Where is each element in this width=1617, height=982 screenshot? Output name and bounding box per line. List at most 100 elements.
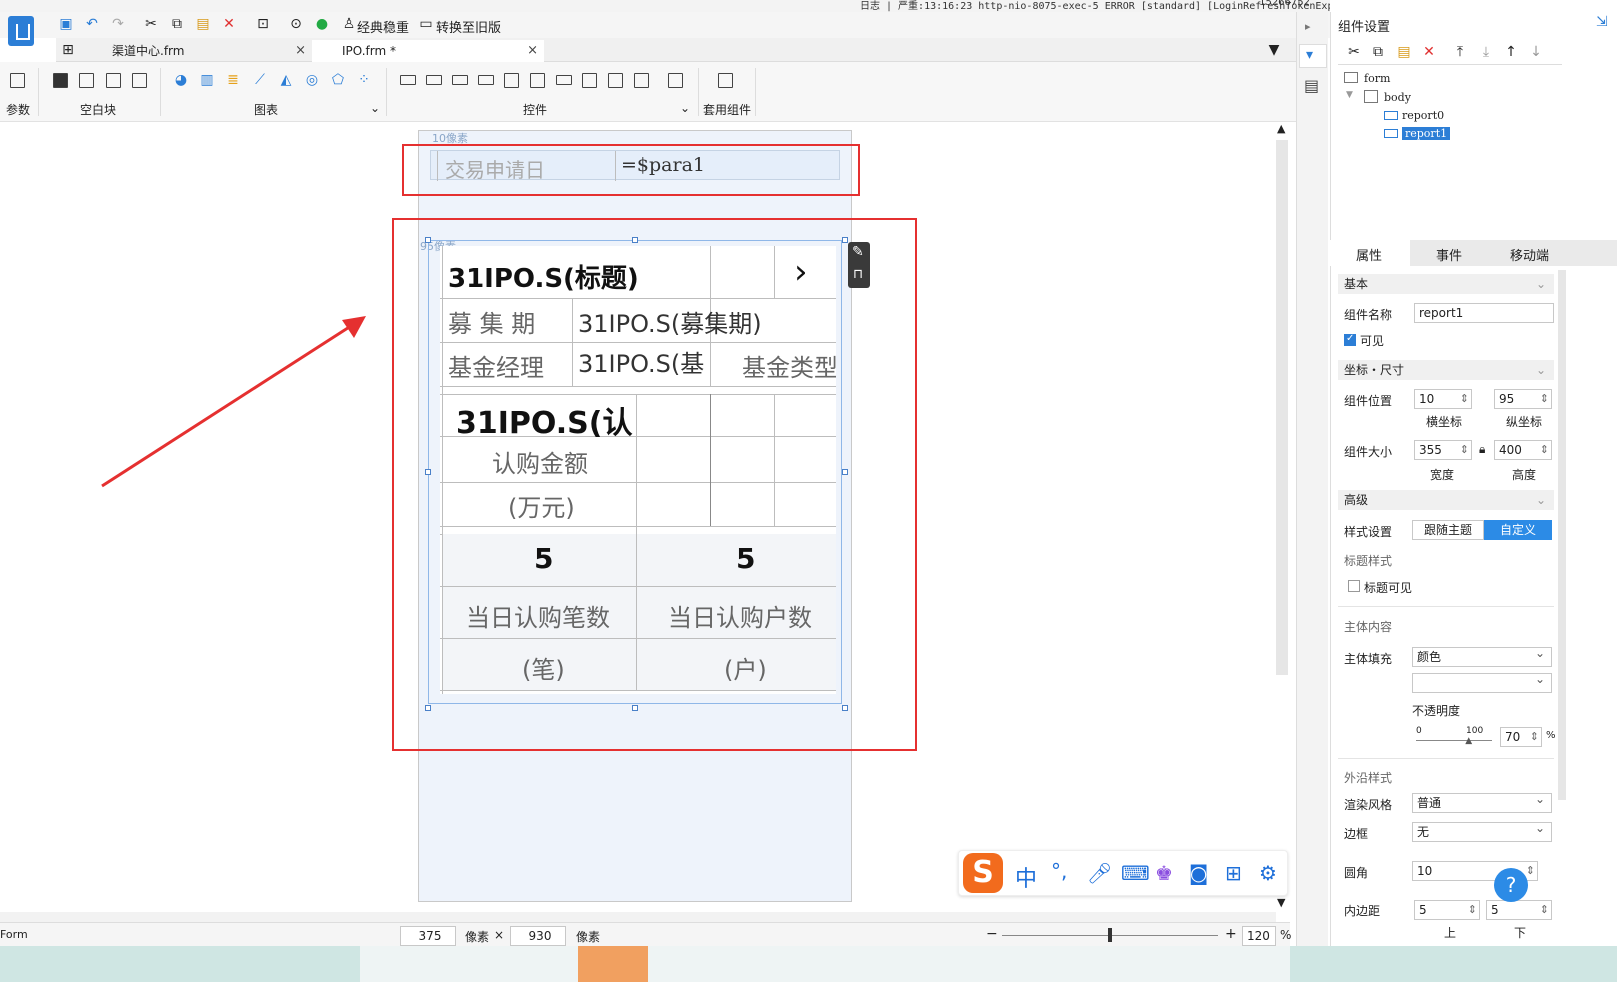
x-input[interactable]: 10	[1414, 389, 1472, 409]
pin-icon[interactable]: ⇲	[1596, 14, 1608, 30]
help-button[interactable]: ?	[1494, 868, 1528, 902]
cut-icon[interactable]: ✂	[1346, 44, 1362, 60]
close-icon[interactable]: ×	[527, 40, 538, 62]
move-up-icon[interactable]: ↑	[1503, 44, 1519, 60]
chevron-down-icon[interactable]: ⌄	[370, 101, 380, 115]
zoom-out-icon[interactable]: −	[986, 926, 998, 942]
checkbox-control-icon[interactable]	[634, 73, 649, 88]
opacity-thumb[interactable]: ▲	[1465, 736, 1472, 746]
style-custom-button[interactable]: 自定义	[1484, 520, 1552, 540]
classic-theme-button[interactable]: 经典稳重	[357, 17, 409, 36]
gauge-chart-icon[interactable]: ◎	[304, 72, 320, 88]
paste-icon[interactable]: ▤	[195, 16, 211, 32]
ime-lang[interactable]: 中	[1015, 861, 1037, 893]
fill-color-picker[interactable]	[1412, 670, 1552, 693]
label-control-icon[interactable]	[426, 75, 442, 85]
copy-icon[interactable]: ⧉	[169, 16, 185, 32]
opacity-input[interactable]: 70	[1500, 727, 1542, 747]
block-split-icon[interactable]	[79, 73, 94, 88]
combo-control-icon[interactable]	[478, 75, 494, 85]
title-visible-checkbox[interactable]	[1348, 580, 1360, 592]
redo-icon[interactable]: ↷	[110, 16, 126, 32]
param-icon[interactable]	[10, 73, 25, 88]
lock-icon[interactable]: 🔒︎	[1479, 442, 1485, 457]
padding-bottom-input[interactable]: 5	[1486, 900, 1552, 920]
section-basic[interactable]: 基本 ⌄	[1338, 274, 1554, 294]
page-width-input[interactable]: 375	[400, 926, 456, 946]
calendar-control-icon[interactable]	[530, 73, 545, 88]
bar-chart-icon[interactable]: ▥	[199, 72, 215, 88]
grid-icon[interactable]: ⊞	[60, 42, 76, 58]
section-position[interactable]: 坐标・尺寸 ⌄	[1338, 360, 1554, 380]
render-select[interactable]: 普通	[1412, 790, 1552, 813]
expand-icon[interactable]: ▸	[1305, 20, 1311, 33]
block-icon[interactable]	[53, 73, 68, 88]
tab-properties[interactable]: 属性	[1356, 245, 1382, 264]
style-theme-button[interactable]: 跟随主题	[1412, 520, 1484, 540]
tree-body[interactable]: body	[1384, 91, 1411, 104]
expand-arrow-icon[interactable]: ▼	[1346, 90, 1353, 100]
keyboard-icon[interactable]: ⌨	[1121, 861, 1150, 885]
scatter-chart-icon[interactable]: ⁘	[356, 72, 372, 88]
vertical-scrollbar[interactable]	[1276, 140, 1288, 675]
opacity-slider[interactable]	[1416, 740, 1492, 741]
copy-icon[interactable]: ⧉	[1370, 44, 1386, 60]
area-chart-icon[interactable]: ◭	[278, 72, 294, 88]
radio-control-icon[interactable]	[608, 73, 623, 88]
preview-icon[interactable]: ⊙	[288, 16, 304, 32]
width-input[interactable]: 355	[1414, 440, 1472, 460]
layout-icon[interactable]: ▤	[1304, 76, 1319, 95]
tab-channel[interactable]: 渠道中心.frm ×	[82, 40, 312, 62]
ime-punct[interactable]: °,	[1051, 859, 1067, 883]
delete-icon[interactable]: ✕	[221, 16, 237, 32]
tab-mobile[interactable]: 移动端	[1510, 245, 1549, 264]
line-chart-icon[interactable]: ⟋	[252, 72, 268, 88]
tree-report1[interactable]: report1	[1402, 127, 1451, 140]
padding-top-input[interactable]: 5	[1414, 900, 1480, 920]
zoom-thumb[interactable]	[1108, 928, 1112, 942]
scroll-up-icon[interactable]: ▲	[1277, 122, 1285, 135]
gamepad-icon[interactable]: ◙	[1189, 861, 1208, 885]
page-height-input[interactable]: 930	[510, 926, 566, 946]
chevron-down-icon[interactable]: ⌄	[680, 101, 690, 115]
visible-checkbox[interactable]	[1344, 333, 1356, 346]
number-control-icon[interactable]	[556, 75, 572, 85]
radar-chart-icon[interactable]: ⬠	[330, 72, 346, 88]
block-grid-icon[interactable]	[132, 73, 147, 88]
scroll-down-icon[interactable]: ▼	[1277, 896, 1285, 909]
convert-old-button[interactable]: 转换至旧版	[436, 17, 501, 36]
app-logo-icon[interactable]	[8, 16, 34, 46]
border-select[interactable]: 无	[1412, 819, 1552, 842]
ime-logo[interactable]: S	[963, 853, 1003, 893]
delete-icon[interactable]: ✕	[1421, 44, 1437, 60]
text-control-icon[interactable]	[400, 75, 416, 85]
button-control-icon[interactable]	[452, 75, 468, 85]
paste-icon[interactable]: ▤	[1396, 44, 1412, 60]
tab-ipo[interactable]: IPO.frm * ×	[312, 40, 544, 62]
settings-icon[interactable]: ⚙	[1259, 861, 1277, 885]
collapse-icon[interactable]: ▼	[1266, 42, 1282, 58]
zoom-input[interactable]: 120	[1242, 926, 1276, 946]
skin-icon[interactable]: ♚	[1155, 861, 1173, 885]
name-input[interactable]: report1	[1414, 303, 1554, 323]
pie-chart-icon[interactable]: ◕	[173, 72, 189, 88]
undo-icon[interactable]: ↶	[84, 16, 100, 32]
save-icon[interactable]: ▣	[58, 16, 74, 32]
list-control-icon[interactable]	[582, 73, 597, 88]
close-icon[interactable]: ×	[295, 40, 306, 62]
block-row-icon[interactable]	[106, 73, 121, 88]
component-settings-toggle[interactable]: ▾	[1299, 44, 1327, 68]
search-control-icon[interactable]	[668, 73, 683, 88]
hbar-chart-icon[interactable]: ≣	[225, 72, 241, 88]
date-control-icon[interactable]	[504, 73, 519, 88]
move-top-icon[interactable]: ⤒	[1452, 44, 1468, 60]
zoom-in-icon[interactable]: +	[1225, 926, 1237, 942]
y-input[interactable]: 95	[1494, 389, 1552, 409]
fill-type-select[interactable]: 颜色	[1412, 644, 1552, 667]
check-icon[interactable]: ●	[314, 16, 330, 32]
cut-icon[interactable]: ✂	[143, 16, 159, 32]
section-advanced[interactable]: 高级 ⌄	[1338, 490, 1554, 510]
template-icon[interactable]	[718, 73, 733, 88]
move-bottom-icon[interactable]: ⤓	[1478, 44, 1494, 60]
microphone-icon[interactable]: 🎤︎	[1087, 861, 1112, 885]
